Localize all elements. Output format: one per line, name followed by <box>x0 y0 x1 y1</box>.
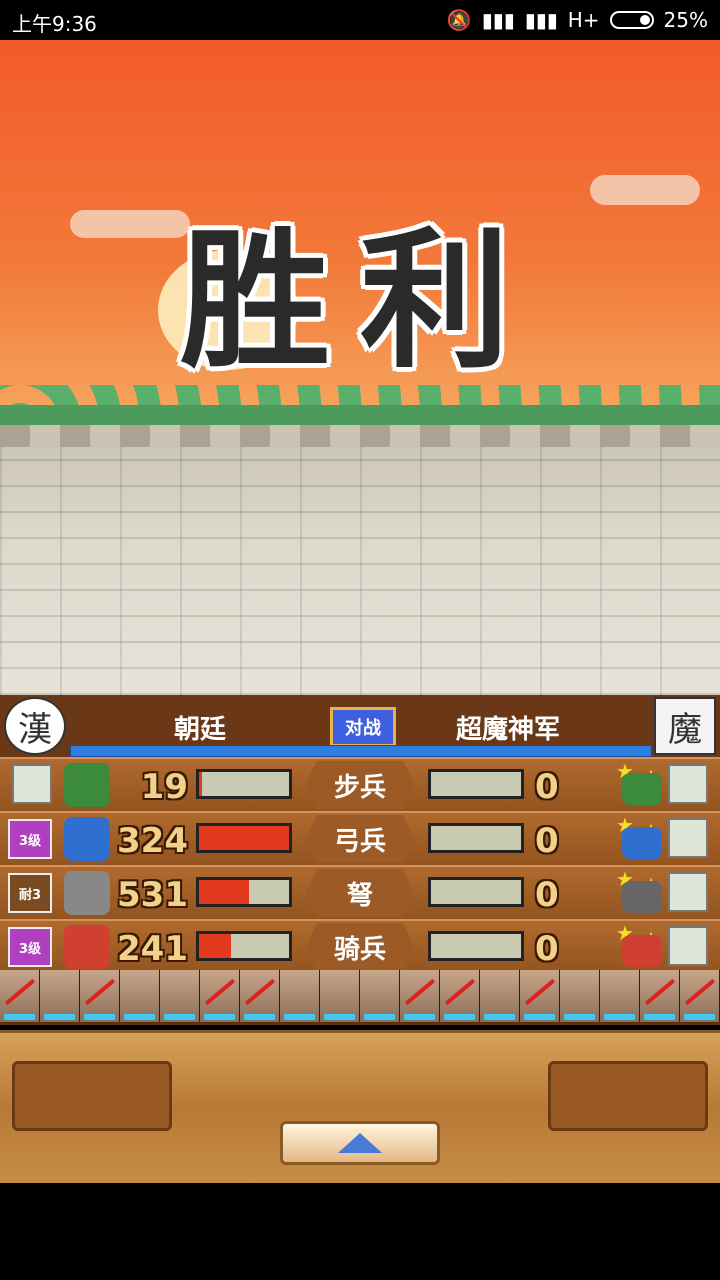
unit-row-cavalry: 3级 241 骑兵 0 ★ ★ <box>0 919 720 973</box>
unit-hp-bar <box>196 823 292 853</box>
unit-type: 弓兵 <box>305 813 415 865</box>
left-faction-name: 朝廷 <box>174 715 227 745</box>
general-portrait[interactable] <box>520 970 560 1022</box>
trees-base <box>0 405 720 425</box>
cavalry-unit-icon <box>64 925 110 969</box>
general-portrait[interactable] <box>360 970 400 1022</box>
battery-icon <box>609 11 654 29</box>
left-menu-button[interactable] <box>12 1061 172 1131</box>
victory-title: 胜利 <box>179 215 540 389</box>
victory-scene: 胜利 <box>0 40 720 695</box>
right-menu-button[interactable] <box>548 1061 708 1131</box>
skill-badge: 耐3 <box>8 873 52 913</box>
bottom-control-panel <box>0 1030 720 1183</box>
vs-badge: 对战 <box>330 707 396 747</box>
general-portrait[interactable] <box>600 970 640 1022</box>
infantry-unit-icon <box>64 763 110 807</box>
general-portrait[interactable] <box>480 970 520 1022</box>
enemy-count: 0 <box>535 875 559 915</box>
hp-fill <box>199 826 289 850</box>
general-portrait[interactable] <box>440 970 480 1022</box>
enemy-hp-bar <box>428 877 524 907</box>
unit-count: 324 <box>117 821 188 861</box>
general-portrait[interactable] <box>240 970 280 1022</box>
right-item-slot[interactable] <box>668 872 708 912</box>
unit-row-archer: 3级 324 弓兵 0 ★ ★ <box>0 811 720 865</box>
right-item-slot[interactable] <box>668 764 708 804</box>
enemy-crossbow-icon <box>622 881 662 913</box>
unit-type: 步兵 <box>305 759 415 811</box>
skill-badge: 3级 <box>8 819 52 859</box>
enemy-hp-bar <box>428 823 524 853</box>
general-portrait[interactable] <box>280 970 320 1022</box>
general-portrait[interactable] <box>160 970 200 1022</box>
general-portrait[interactable] <box>40 970 80 1022</box>
general-portrait[interactable] <box>560 970 600 1022</box>
overall-hp-bar <box>70 745 652 757</box>
enemy-archer-icon <box>622 827 662 859</box>
unit-count: 531 <box>117 875 188 915</box>
battle-result-panel: 漢 朝廷 对战 超魔神军 魔 19 步兵 0 ★ ★ 3级 324 弓兵 0 ★… <box>0 695 720 1025</box>
general-portrait[interactable] <box>120 970 160 1022</box>
panel-header: 漢 朝廷 对战 超魔神军 魔 <box>0 695 720 759</box>
left-item-slot[interactable] <box>12 764 52 804</box>
enemy-count: 0 <box>535 821 559 861</box>
network-type: H+ <box>567 8 600 32</box>
expand-up-button[interactable] <box>280 1121 440 1165</box>
unit-row-crossbow: 耐3 531 弩 0 ★ ★ <box>0 865 720 919</box>
enemy-hp-bar <box>428 931 524 961</box>
right-item-slot[interactable] <box>668 926 708 966</box>
general-portraits <box>0 970 720 1022</box>
right-faction-name: 超魔神军 <box>456 715 561 745</box>
general-portrait[interactable] <box>320 970 360 1022</box>
battery-percent: 25% <box>663 8 708 32</box>
enemy-infantry-icon <box>622 773 662 805</box>
right-faction-emblem: 魔 <box>654 697 716 755</box>
unit-hp-bar <box>196 877 292 907</box>
status-time: 上午9:36 <box>12 12 97 36</box>
hp-fill <box>199 772 202 796</box>
unit-hp-bar <box>196 769 292 799</box>
enemy-count: 0 <box>535 767 559 807</box>
general-portrait[interactable] <box>400 970 440 1022</box>
signal2-icon: ▮▮▮ <box>524 8 558 32</box>
city-wall <box>0 425 720 695</box>
status-right: 🔕 ▮▮▮ ▮▮▮ H+ 25% <box>447 8 708 32</box>
crossbow-unit-icon <box>64 871 110 915</box>
triangle-up-icon <box>338 1133 382 1153</box>
left-faction-emblem: 漢 <box>4 697 66 755</box>
general-portrait[interactable] <box>0 970 40 1022</box>
unit-count: 19 <box>140 767 188 807</box>
enemy-count: 0 <box>535 929 559 969</box>
unit-hp-bar <box>196 931 292 961</box>
general-portrait[interactable] <box>680 970 720 1022</box>
mute-icon: 🔕 <box>446 8 472 32</box>
hp-fill <box>199 880 249 904</box>
skill-badge: 3级 <box>8 927 52 967</box>
general-portrait[interactable] <box>80 970 120 1022</box>
right-item-slot[interactable] <box>668 818 708 858</box>
archer-unit-icon <box>64 817 110 861</box>
general-portrait[interactable] <box>640 970 680 1022</box>
hp-fill <box>199 934 231 958</box>
signal-icon: ▮▮▮ <box>481 8 515 32</box>
enemy-hp-bar <box>428 769 524 799</box>
unit-type: 骑兵 <box>305 921 415 973</box>
unit-count: 241 <box>117 929 188 969</box>
general-portrait[interactable] <box>200 970 240 1022</box>
status-bar: 上午9:36 🔕 ▮▮▮ ▮▮▮ H+ 25% <box>0 0 720 40</box>
unit-type: 弩 <box>305 867 415 919</box>
enemy-cavalry-icon <box>622 935 662 967</box>
unit-row-infantry: 19 步兵 0 ★ ★ <box>0 757 720 811</box>
wall-battlements <box>0 425 720 447</box>
